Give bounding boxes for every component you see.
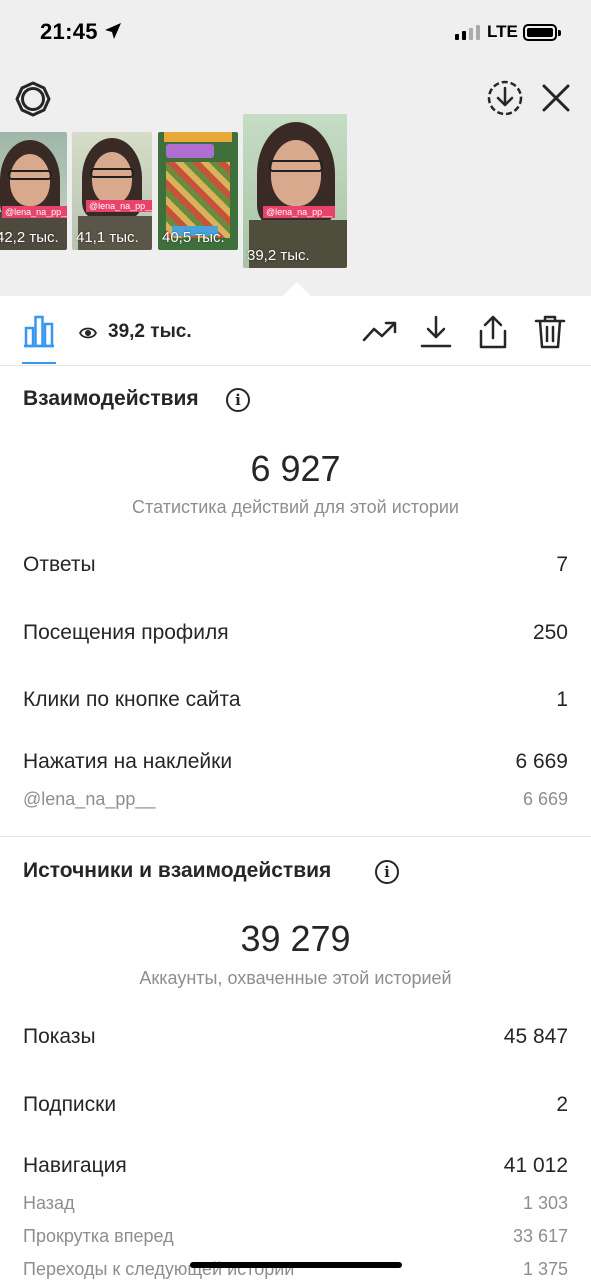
story-thumbnail-selected[interactable]: @lena_na_pp__ 39,2 тыс. [243,114,347,268]
promote-trend-icon[interactable] [362,314,398,350]
story-toolbar: 39,2 тыс. [0,296,591,366]
discovery-title: Источники и взаимодействия [23,859,332,882]
stat-sub-value: 33 617 [512,1226,568,1246]
active-tab-underline [22,362,56,364]
battery-cap [558,30,561,36]
stat-value: 1 [556,688,568,711]
reach-total: 39 279 [240,918,351,959]
status-time: 21:45 [40,19,98,44]
story-thumbnails: @lena_na_pp__ 42,2 тыс. @lena_na_pp__ 41… [0,114,591,272]
stat-subrow-back: Назад 1 303 [23,1193,568,1214]
story-thumbnail[interactable]: @lena_na_pp__ 41,1 тыс. [72,132,152,250]
section-divider [0,836,591,837]
stat-sub-value: 6 669 [522,789,568,809]
interactions-info-icon[interactable]: i [226,388,250,412]
stat-sub-label: Назад [23,1193,75,1213]
stat-label: Показы [23,1025,96,1048]
stat-label: Ответы [23,553,96,576]
stat-label: Навигация [23,1154,127,1177]
stat-value: 45 847 [503,1025,568,1048]
stat-value: 2 [556,1093,568,1116]
stat-value: 41 012 [503,1154,568,1177]
stat-sub-label: @lena_na_pp__ [23,789,156,809]
interactions-caption: Статистика действий для этой истории [132,497,459,517]
home-indicator[interactable] [190,1262,402,1268]
stat-label: Посещения профиля [23,621,229,644]
stat-sub-value: 1 303 [522,1193,568,1213]
signal-icon [455,24,480,40]
views-count: 39,2 тыс. [108,321,192,342]
thumbnail-views: 39,2 тыс. [247,247,310,264]
thumbnail-tag: @lena_na_pp__ [2,206,67,218]
insights-chart-icon[interactable] [22,314,56,348]
close-icon[interactable] [540,82,572,114]
stat-row-sticker-taps: Нажатия на наклейки 6 669 [23,750,568,774]
delete-icon[interactable] [533,314,567,350]
battery-icon [523,24,557,41]
thumbnail-views: 41,1 тыс. [76,229,139,246]
status-bar: 21:45 LTE [0,0,591,64]
settings-icon[interactable] [14,80,52,118]
stat-row-impressions: Показы 45 847 [23,1025,568,1049]
stat-subrow-mention: @lena_na_pp__ 6 669 [23,789,568,810]
share-icon[interactable] [476,314,510,350]
stat-row-navigation: Навигация 41 012 [23,1154,568,1178]
stat-value: 250 [532,621,568,644]
stat-sub-label: Прокрутка вперед [23,1226,174,1246]
story-header: @lena_na_pp__ 42,2 тыс. @lena_na_pp__ 41… [0,64,591,296]
network-label: LTE [487,22,518,41]
thumbnail-tag: @lena_na_pp__ [263,206,336,218]
reach-caption: Аккаунты, охваченные этой историей [139,968,452,988]
stat-value: 7 [556,553,568,576]
stat-subrow-forward: Прокрутка вперед 33 617 [23,1226,568,1247]
selected-pointer [283,282,311,296]
stat-label: Нажатия на наклейки [23,750,233,773]
location-arrow-icon [105,23,121,39]
save-story-icon[interactable] [485,78,525,118]
interactions-total: 6 927 [250,448,341,489]
stat-row-follows: Подписки 2 [23,1093,568,1117]
stat-row-replies: Ответы 7 [23,553,568,577]
interactions-title: Взаимодействия [23,387,199,410]
thumbnail-tag: @lena_na_pp__ [86,200,152,212]
stat-label: Подписки [23,1093,117,1116]
eye-icon [79,327,97,339]
discovery-info-icon[interactable]: i [375,860,399,884]
stat-row-profile-visits: Посещения профиля 250 [23,621,568,645]
thumbnail-views: 42,2 тыс. [0,229,59,246]
stat-row-website-clicks: Клики по кнопке сайта 1 [23,688,568,712]
stat-sub-value: 1 375 [522,1259,568,1279]
thumbnail-views: 40,5 тыс. [162,229,225,246]
download-icon[interactable] [419,314,453,350]
story-thumbnail[interactable]: @lena_na_pp__ 42,2 тыс. [0,132,67,250]
stat-value: 6 669 [515,750,568,773]
stat-label: Клики по кнопке сайта [23,688,241,711]
story-thumbnail[interactable]: 40,5 тыс. [158,132,238,250]
